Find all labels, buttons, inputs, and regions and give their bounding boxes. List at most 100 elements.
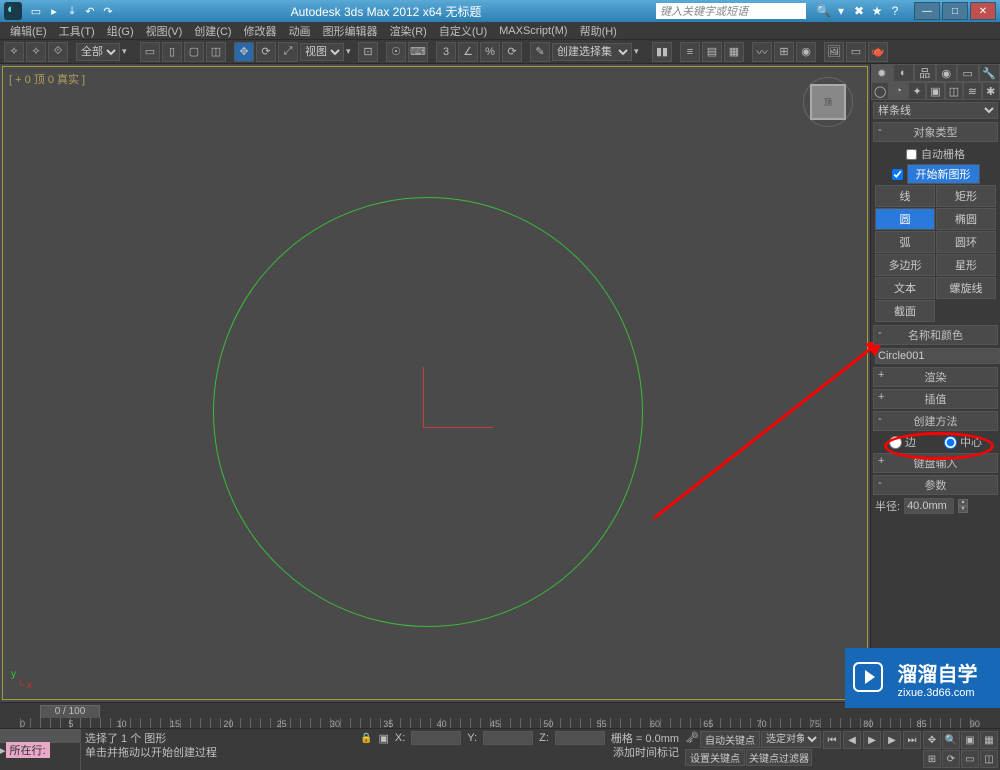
menu-maxscript[interactable]: MAXScript(M) xyxy=(493,25,573,37)
category-dropdown[interactable]: 样条线 xyxy=(873,102,998,119)
schematic-icon[interactable]: ⊞ xyxy=(774,42,794,62)
radius-spinner[interactable]: ▴▾ xyxy=(958,499,968,513)
viewcube-face[interactable]: 顶 xyxy=(810,84,846,120)
menu-customize[interactable]: 自定义(U) xyxy=(433,23,493,39)
setkey-button[interactable]: 设置关键点 xyxy=(685,749,745,766)
btn-section[interactable]: 截面 xyxy=(875,300,935,322)
z-input[interactable] xyxy=(555,731,605,745)
pivot-icon[interactable]: ⊡ xyxy=(358,42,378,62)
rollout-interpolation[interactable]: 插值 xyxy=(873,389,998,409)
unlink-icon[interactable]: ⟡ xyxy=(26,42,46,62)
autogrid-checkbox[interactable] xyxy=(906,149,917,160)
render-icon[interactable]: 🫖 xyxy=(868,42,888,62)
tab-create-icon[interactable]: ✹ xyxy=(871,64,893,82)
select-scale-icon[interactable]: ⤢ xyxy=(278,42,298,62)
curve-editor-icon[interactable]: 〰 xyxy=(752,42,772,62)
layers-icon[interactable]: ▤ xyxy=(702,42,722,62)
vpnav-maxtoggle-icon[interactable]: ▭ xyxy=(961,750,979,768)
subtab-helpers-icon[interactable]: ◫ xyxy=(945,82,963,100)
btn-text[interactable]: 文本 xyxy=(875,277,935,299)
viewport[interactable]: [ + 0 顶 0 真实 ] 顶 y └ x xyxy=(2,66,868,700)
close-button[interactable]: ✕ xyxy=(970,2,996,20)
time-ruler[interactable]: 051015202530354045505560657075808590 xyxy=(20,718,980,728)
refcoord-dropdown[interactable]: 视图 xyxy=(300,43,344,61)
qat-new-icon[interactable]: ▭ xyxy=(28,3,44,19)
method-center-radio[interactable] xyxy=(944,436,957,449)
exchange-icon[interactable]: ✖ xyxy=(852,4,866,18)
search-icon[interactable]: 🔍 xyxy=(816,4,830,18)
goto-end-icon[interactable]: ⏭ xyxy=(903,731,921,749)
rollout-name-color[interactable]: 名称和颜色 xyxy=(873,325,998,345)
spinner-snap-icon[interactable]: ⟳ xyxy=(502,42,522,62)
mirror-icon[interactable]: ▮▮ xyxy=(652,42,672,62)
rollout-object-type[interactable]: 对象类型 xyxy=(873,122,998,142)
maximize-button[interactable]: □ xyxy=(942,2,968,20)
select-icon[interactable]: ▭ xyxy=(140,42,160,62)
tab-modify-icon[interactable]: ◐ xyxy=(893,64,915,82)
key-icon[interactable]: 🗝 xyxy=(685,731,699,748)
qat-open-icon[interactable]: ▸ xyxy=(46,3,62,19)
prev-frame-icon[interactable]: ◀ xyxy=(843,731,861,749)
vpnav-zoomext-icon[interactable]: ▣ xyxy=(961,731,979,749)
keymode-dropdown[interactable]: 选定对象 xyxy=(761,731,821,748)
startshape-button[interactable]: 开始新图形 xyxy=(907,164,980,184)
app-icon[interactable] xyxy=(4,2,22,20)
vpnav-pan-icon[interactable]: ✥ xyxy=(923,731,941,749)
signin-icon[interactable]: ▾ xyxy=(834,4,848,18)
named-selset-dropdown[interactable]: 创建选择集 xyxy=(552,43,632,61)
snap-toggle-icon[interactable]: 3 xyxy=(436,42,456,62)
radius-input[interactable] xyxy=(904,498,954,514)
vpnav-orbit-icon[interactable]: ⟳ xyxy=(942,750,960,768)
btn-ellipse[interactable]: 椭圆 xyxy=(936,208,996,230)
tab-display-icon[interactable]: ▭ xyxy=(957,64,979,82)
transform-gizmo[interactable] xyxy=(423,367,424,427)
filter-drop-icon[interactable]: ▾ xyxy=(122,46,132,57)
btn-star[interactable]: 星形 xyxy=(936,254,996,276)
btn-helix[interactable]: 螺旋线 xyxy=(936,277,996,299)
help-search-input[interactable]: 键入关键字或短语 xyxy=(656,3,806,19)
method-edge-radio[interactable] xyxy=(889,436,902,449)
keyfilters-button[interactable]: 关键点过滤器 xyxy=(746,749,812,766)
autokey-button[interactable]: 自动关键点 xyxy=(700,731,760,748)
angle-snap-icon[interactable]: ∠ xyxy=(458,42,478,62)
circle-object[interactable] xyxy=(213,197,643,627)
selection-lock-icon[interactable]: 🔒 xyxy=(360,733,372,744)
rollout-keyboard-entry[interactable]: 键盘输入 xyxy=(873,453,998,473)
menu-group[interactable]: 组(G) xyxy=(101,23,140,39)
menu-rendering[interactable]: 渲染(R) xyxy=(384,23,433,39)
render-setup-icon[interactable]: 🖼 xyxy=(824,42,844,62)
menu-views[interactable]: 视图(V) xyxy=(140,23,189,39)
gizmo-x-axis[interactable] xyxy=(423,427,493,428)
help-icon[interactable]: ? xyxy=(888,4,902,18)
viewport-label[interactable]: [ + 0 顶 0 真实 ] xyxy=(9,71,85,87)
menu-help[interactable]: 帮助(H) xyxy=(574,23,623,39)
btn-ngon[interactable]: 多边形 xyxy=(875,254,935,276)
rollout-rendering[interactable]: 渲染 xyxy=(873,367,998,387)
y-input[interactable] xyxy=(483,731,533,745)
rollout-parameters[interactable]: 参数 xyxy=(873,475,998,495)
menu-tools[interactable]: 工具(T) xyxy=(53,23,101,39)
startshape-checkbox[interactable] xyxy=(892,169,903,180)
btn-circle[interactable]: 圆 xyxy=(875,208,935,230)
subtab-cameras-icon[interactable]: ▣ xyxy=(926,82,944,100)
qat-redo-icon[interactable]: ↷ xyxy=(100,3,116,19)
btn-arc[interactable]: 弧 xyxy=(875,231,935,253)
menu-edit[interactable]: 编辑(E) xyxy=(4,23,53,39)
keyboard-shortcut-icon[interactable]: ⌨ xyxy=(408,42,428,62)
x-input[interactable] xyxy=(411,731,461,745)
subtab-systems-icon[interactable]: ✱ xyxy=(982,82,1000,100)
object-name-input[interactable] xyxy=(875,348,1000,364)
graphite-icon[interactable]: ▦ xyxy=(724,42,744,62)
subtab-spacewarps-icon[interactable]: ≋ xyxy=(963,82,981,100)
qat-undo-icon[interactable]: ↶ xyxy=(82,3,98,19)
material-editor-icon[interactable]: ◉ xyxy=(796,42,816,62)
rendered-frame-icon[interactable]: ▭ xyxy=(846,42,866,62)
btn-rectangle[interactable]: 矩形 xyxy=(936,185,996,207)
menu-animation[interactable]: 动画 xyxy=(283,23,317,39)
tab-utilities-icon[interactable]: 🔧 xyxy=(979,64,1000,82)
menu-create[interactable]: 创建(C) xyxy=(188,23,237,39)
selection-filter-dropdown[interactable]: 全部 xyxy=(76,43,120,61)
select-name-icon[interactable]: ▯ xyxy=(162,42,182,62)
rollout-creation-method[interactable]: 创建方法 xyxy=(873,411,998,431)
tab-motion-icon[interactable]: ◉ xyxy=(936,64,958,82)
